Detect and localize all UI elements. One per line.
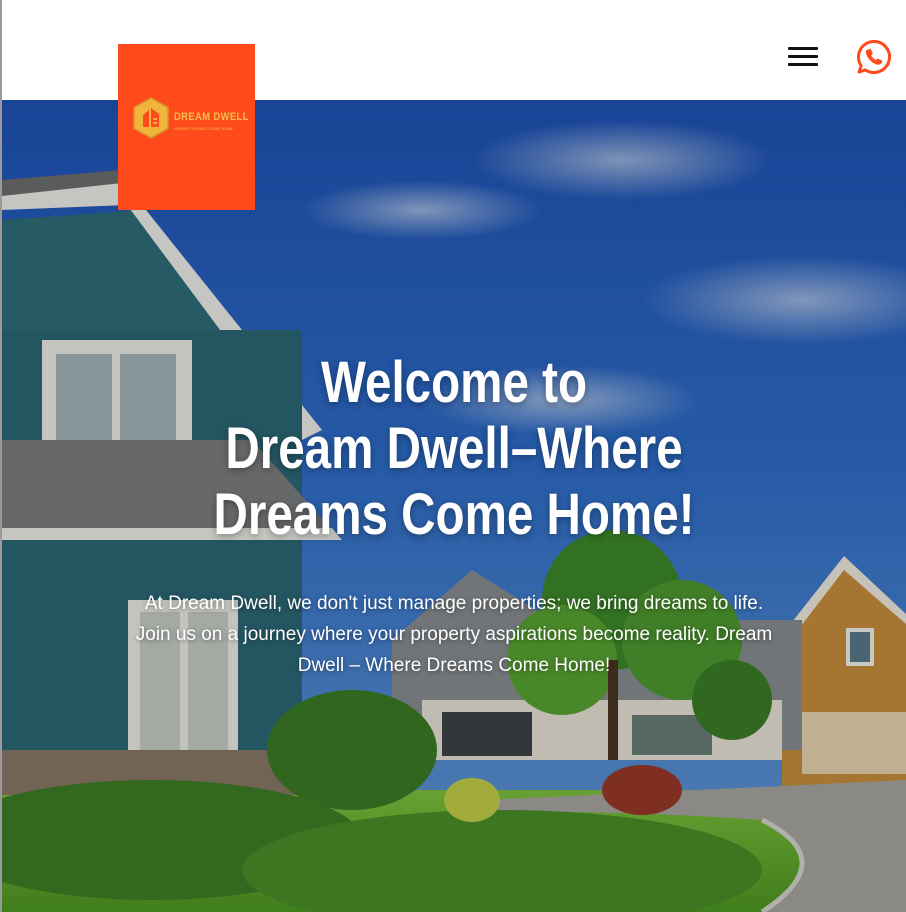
brand-logo[interactable]: DREAM DWELL WHERE DREAMS COME HOME: [118, 44, 255, 210]
logo-tagline: WHERE DREAMS COME HOME: [174, 126, 234, 131]
hero-title-line: Dream Dwell–Where: [225, 416, 683, 481]
hero-title-line: Dreams Come Home!: [213, 482, 695, 547]
window-edge: [0, 0, 2, 912]
hamburger-menu-button[interactable]: [786, 44, 820, 68]
hero-description: At Dream Dwell, we don't just manage pro…: [135, 593, 773, 676]
hero-banner: Welcome to Dream Dwell–Where Dreams Come…: [2, 100, 906, 912]
house-hexagon-logo-icon: [133, 97, 169, 139]
whatsapp-button[interactable]: [855, 38, 893, 76]
hero-title: Welcome to Dream Dwell–Where Dreams Come…: [83, 350, 824, 548]
menu-bar: [788, 55, 818, 58]
menu-bar: [788, 47, 818, 50]
hero-title-line: Welcome to: [320, 350, 588, 415]
logo-name: DREAM DWELL: [174, 111, 249, 123]
whatsapp-icon: [856, 39, 891, 74]
menu-bar: [788, 63, 818, 66]
